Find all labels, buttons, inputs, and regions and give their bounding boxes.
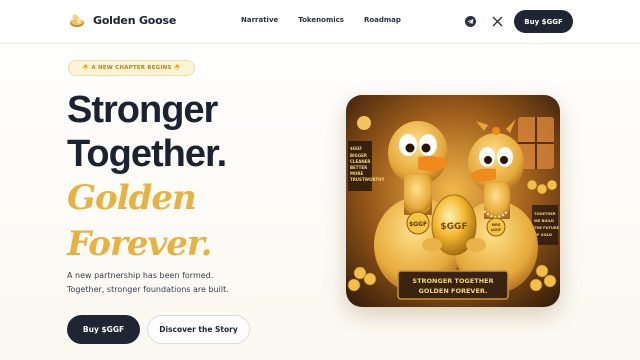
- hero-description: A new partnership has been formed. Toget…: [67, 269, 267, 297]
- chapter-badge: 🐣 A NEW CHAPTER BEGINS 🐣: [68, 60, 195, 76]
- left-sign-text-3: CLEANER: [350, 159, 370, 164]
- plaque-text-1: STRONGER TOGETHER: [412, 277, 493, 285]
- telegram-icon: [464, 15, 476, 27]
- buy-button-hero[interactable]: Buy $GGF: [67, 315, 140, 344]
- brand-name: Golden Goose: [93, 13, 177, 27]
- left-sign-text-2: BIGGER: [350, 153, 367, 158]
- x-icon: [492, 16, 502, 26]
- nav-link-narrative[interactable]: Narrative: [241, 16, 278, 24]
- nav-link-roadmap[interactable]: Roadmap: [364, 16, 401, 24]
- left-sign-text-5: MORE: [350, 171, 363, 176]
- left-sign-text-4: BETTER: [350, 165, 367, 170]
- buy-button-header[interactable]: Buy $GGF: [514, 10, 573, 33]
- brand[interactable]: Golden Goose: [69, 12, 176, 28]
- hero-title: Stronger Together.: [67, 88, 227, 176]
- x-link[interactable]: [490, 14, 504, 28]
- left-sign-text-6: TRUSTWORTHY: [350, 177, 384, 182]
- right-medal-text-1: MRS: [492, 223, 501, 227]
- golden-geese-illustration: $GGF BIGGER CLEANER BETTER MORE TRUSTWOR…: [346, 95, 560, 307]
- egg-text: $GGF: [440, 222, 467, 232]
- hero-title-line-2: Together.: [67, 133, 227, 175]
- main-nav: Narrative Tokenomics Roadmap: [241, 16, 401, 24]
- site-header: Golden Goose Narrative Tokenomics Roadma…: [0, 0, 640, 44]
- hero-description-line-2: Together, stronger foundations are built…: [67, 285, 229, 294]
- hero-gold-line-2: Forever.: [67, 224, 213, 264]
- hero-title-line-1: Stronger: [67, 89, 218, 131]
- plaque-text-2: GOLDEN FOREVER.: [418, 287, 487, 295]
- discover-story-button[interactable]: Discover the Story: [147, 315, 250, 344]
- left-sign-text-1: $GGF: [350, 146, 362, 151]
- nav-link-tokenomics[interactable]: Tokenomics: [298, 16, 344, 24]
- right-sign-text-1: TOGETHER: [534, 212, 556, 216]
- hero-description-line-1: A new partnership has been formed.: [67, 271, 214, 280]
- hero-artwork: $GGF BIGGER CLEANER BETTER MORE TRUSTWOR…: [346, 95, 560, 307]
- telegram-link[interactable]: [463, 14, 477, 28]
- right-sign-text-3: THE FUTURE: [534, 226, 560, 230]
- left-medal-text: $GGF: [409, 221, 427, 228]
- hero-gold-title: Golden Forever.: [67, 175, 213, 267]
- right-sign-text-2: WE BUILD: [534, 219, 554, 223]
- goose-egg-logo-icon: [70, 14, 84, 27]
- right-medal-text-2: $GGF: [491, 228, 502, 232]
- hero-gold-line-1: Golden: [67, 178, 197, 218]
